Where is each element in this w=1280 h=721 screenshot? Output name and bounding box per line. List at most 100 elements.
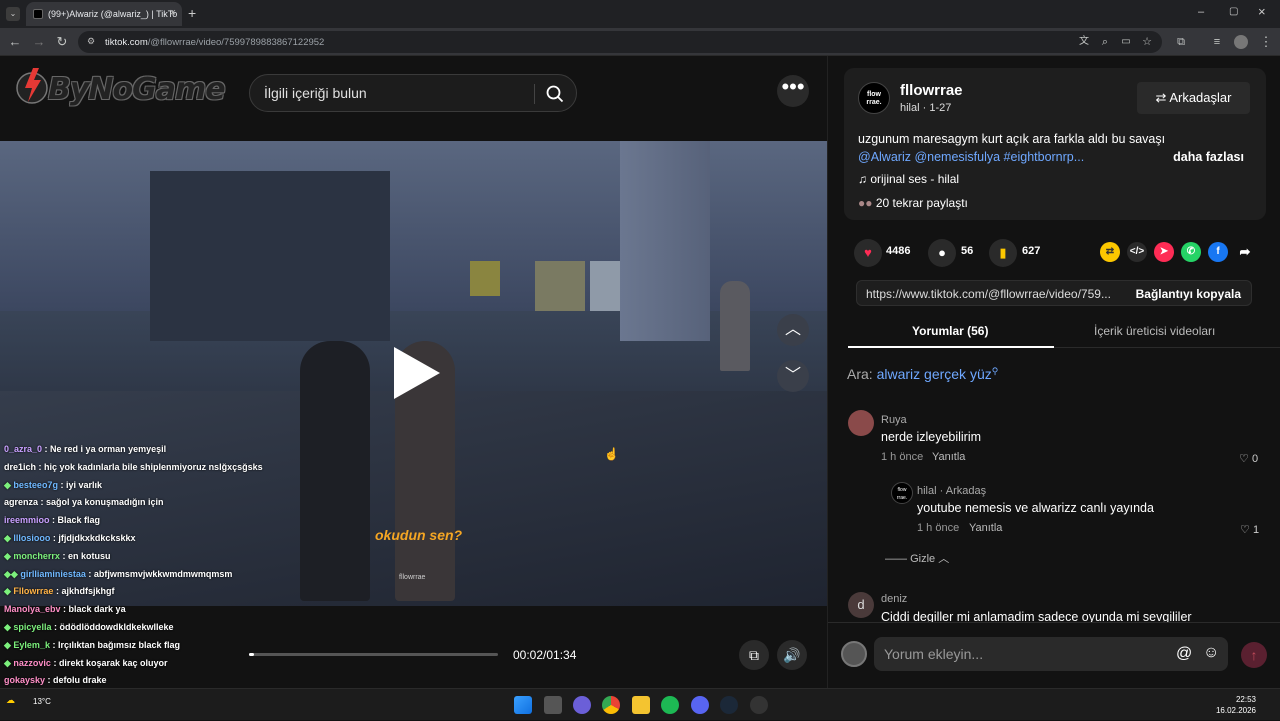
friends-button[interactable]: ⇄ Arkadaşlar (1137, 82, 1250, 114)
chat-text: direkt koşarak kaç oluyor (58, 657, 168, 668)
bookmark-star-icon[interactable]: ☆ (1138, 33, 1156, 51)
browser-tab[interactable]: (99+)Alwariz (@alwariz_) | TikTo × (26, 2, 182, 26)
windows-start-icon[interactable] (514, 696, 532, 714)
repost-share-icon[interactable]: ⇄ (1100, 242, 1120, 262)
file-explorer-icon[interactable] (632, 696, 650, 714)
translate-icon[interactable]: 文 (1075, 33, 1093, 51)
chat-username: Eylem_k (13, 639, 50, 650)
author-name[interactable]: fllowrrae (900, 82, 963, 99)
send-to-friends-icon[interactable]: ➤ (1154, 242, 1174, 262)
chat-separator: : (49, 639, 58, 650)
profile-avatar[interactable] (1234, 35, 1248, 49)
reply-avatar[interactable]: flow rrae. (891, 482, 913, 504)
facebook-icon[interactable]: f (1208, 242, 1228, 262)
tab-creator-videos[interactable]: İçerik üreticisi videoları (1094, 324, 1215, 338)
search-divider (534, 84, 535, 104)
task-view-icon[interactable] (544, 696, 562, 714)
browser-menu-icon[interactable]: ⋮ (1257, 33, 1275, 51)
close-tab-icon[interactable]: × (170, 7, 176, 19)
video-link-url[interactable]: https://www.tiktok.com/@fllowrrae/video/… (866, 287, 1131, 301)
back-icon[interactable]: ← (6, 33, 24, 51)
extensions-icon[interactable]: ⧉ (1172, 33, 1190, 51)
weather-icon: ☁ (6, 695, 15, 705)
taskbar-clock[interactable]: 22:53 16.02.2026 (1216, 694, 1256, 716)
sound-row[interactable]: ♫ orijinal ses - hilal (858, 172, 959, 186)
share-arrow-icon[interactable]: ➦ (1235, 242, 1255, 262)
copy-link-button[interactable]: Bağlantıyı kopyala (1136, 287, 1241, 301)
reply-reply-button[interactable]: Yanıtla (969, 522, 1002, 534)
comment-author[interactable]: Ruya (881, 414, 907, 426)
comment-icon[interactable]: ● (928, 239, 956, 267)
obs-icon[interactable] (750, 696, 768, 714)
maximize-icon[interactable]: ▢ (1229, 6, 1238, 17)
search-box[interactable] (249, 74, 577, 112)
zoom-icon[interactable]: ⌕ (1096, 33, 1114, 51)
reply-like[interactable]: ♡ 1 (1240, 523, 1259, 536)
video-timecode: 00:02/01:34 (513, 648, 577, 662)
hide-replies-button[interactable]: —— Gizle ︿ (885, 550, 949, 566)
reposts-row[interactable]: ●● 20 tekrar paylaştı (858, 196, 968, 210)
address-bar[interactable]: ⚙ tiktok.com/@fllowrrae/video/7599789883… (78, 31, 1162, 53)
forward-icon[interactable]: → (30, 33, 48, 51)
emoji-icon[interactable]: ☺ (1203, 644, 1219, 662)
save-icon[interactable]: ▮ (989, 239, 1017, 267)
floating-player-icon[interactable]: ⧉ (739, 640, 769, 670)
search-suggestion[interactable]: Ara: alwariz gerçek yüz⚲ (847, 366, 998, 382)
window-close-icon[interactable]: × (1258, 4, 1266, 19)
mention-icon[interactable]: @ (1176, 645, 1192, 663)
previous-video-icon[interactable]: ︿ (777, 314, 809, 346)
reading-list-icon[interactable]: ≡ (1208, 33, 1226, 51)
tiktok-favicon-icon (33, 9, 43, 19)
chat-separator: : (85, 568, 94, 579)
send-comment-icon[interactable]: ↑ (1241, 642, 1267, 668)
comment-author[interactable]: deniz (881, 593, 907, 605)
whatsapp-icon[interactable]: ✆ (1181, 242, 1201, 262)
new-tab-icon[interactable]: + (188, 5, 196, 21)
more-options-icon[interactable]: ••• (777, 75, 809, 107)
post-description-text: uzgunum maresagym kurt açık ara farkla a… (858, 132, 1166, 146)
cast-icon[interactable]: ▭ (1117, 33, 1135, 51)
reload-icon[interactable]: ↻ (53, 33, 71, 51)
tab-search-icon[interactable]: ⌄ (6, 7, 20, 21)
video-progress-bar[interactable] (249, 653, 498, 656)
comment-avatar-initial[interactable]: d (848, 592, 874, 618)
more-link[interactable]: daha fazlası (1173, 148, 1244, 166)
reply-button[interactable]: Yanıtla (932, 451, 965, 463)
app-icon[interactable] (573, 696, 591, 714)
chat-separator: : (49, 515, 58, 526)
clock-date: 16.02.2026 (1215, 706, 1256, 715)
like-icon[interactable]: ♥ (854, 239, 882, 267)
chat-username: moncherrx (13, 550, 60, 561)
search-input[interactable] (264, 85, 524, 101)
chat-badge-icon: ◆ (4, 532, 14, 543)
chrome-icon[interactable] (602, 696, 620, 714)
volume-icon[interactable]: 🔊 (777, 640, 807, 670)
play-icon[interactable] (394, 347, 440, 399)
author-avatar[interactable]: flow rrae. (858, 82, 890, 114)
chat-username: spicyella (13, 621, 52, 632)
next-video-icon[interactable]: ﹀ (777, 360, 809, 392)
url-host: tiktok.com (105, 37, 148, 48)
chat-separator: : (59, 550, 68, 561)
video-caption: okudun sen? (375, 527, 463, 543)
chat-username: Fllowrrae (13, 586, 54, 597)
search-icon[interactable] (546, 85, 564, 103)
site-info-icon[interactable]: ⚙ (87, 36, 95, 47)
steam-icon[interactable] (720, 696, 738, 714)
chat-badge-icon: ◆ (4, 621, 14, 632)
like-count: 4486 (886, 245, 911, 257)
spotify-icon[interactable] (661, 696, 679, 714)
embed-icon[interactable]: </> (1127, 242, 1147, 262)
reply-author[interactable]: hilal · Arkadaş (917, 485, 986, 497)
post-tags[interactable]: @Alwariz @nemesisfulya #eightbornrp... (858, 150, 1084, 164)
tab-comments[interactable]: Yorumlar (56) (912, 324, 988, 338)
comment-avatar[interactable] (848, 410, 874, 436)
link-box: https://www.tiktok.com/@fllowrrae/video/… (856, 280, 1252, 306)
minimize-icon[interactable]: – (1198, 6, 1204, 18)
video-watermark: fllowrrae (399, 574, 426, 581)
comment-input[interactable] (874, 637, 1228, 671)
discord-icon[interactable] (691, 696, 709, 714)
chat-separator: : (45, 675, 54, 686)
comment-like[interactable]: ♡ 0 (1239, 452, 1258, 465)
chat-message: dre1ich : hiç yok kadınlarla bile shiple… (0, 459, 320, 477)
